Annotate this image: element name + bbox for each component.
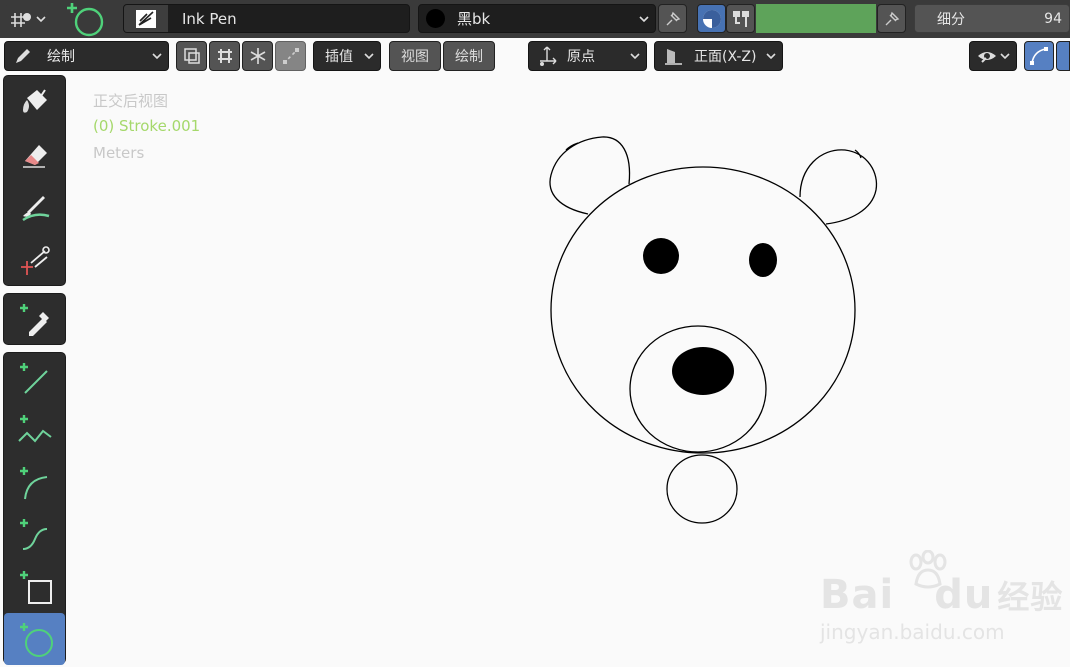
right-eye bbox=[749, 243, 777, 277]
head-stroke bbox=[550, 166, 856, 454]
watermark-brand: Bai bbox=[820, 572, 895, 618]
watermark-suffix: 经验 bbox=[997, 578, 1064, 616]
left-eye bbox=[643, 238, 679, 274]
watermark-url: jingyan.baidu.com bbox=[820, 620, 1005, 644]
body-stroke bbox=[666, 454, 738, 524]
watermark-brand-tail: du bbox=[934, 572, 994, 618]
watermark: Bai du 经验 jingyan.baidu.com bbox=[820, 550, 1070, 650]
right-ear-stroke bbox=[799, 149, 878, 225]
left-ear-stroke bbox=[549, 136, 631, 215]
nose bbox=[672, 347, 734, 395]
